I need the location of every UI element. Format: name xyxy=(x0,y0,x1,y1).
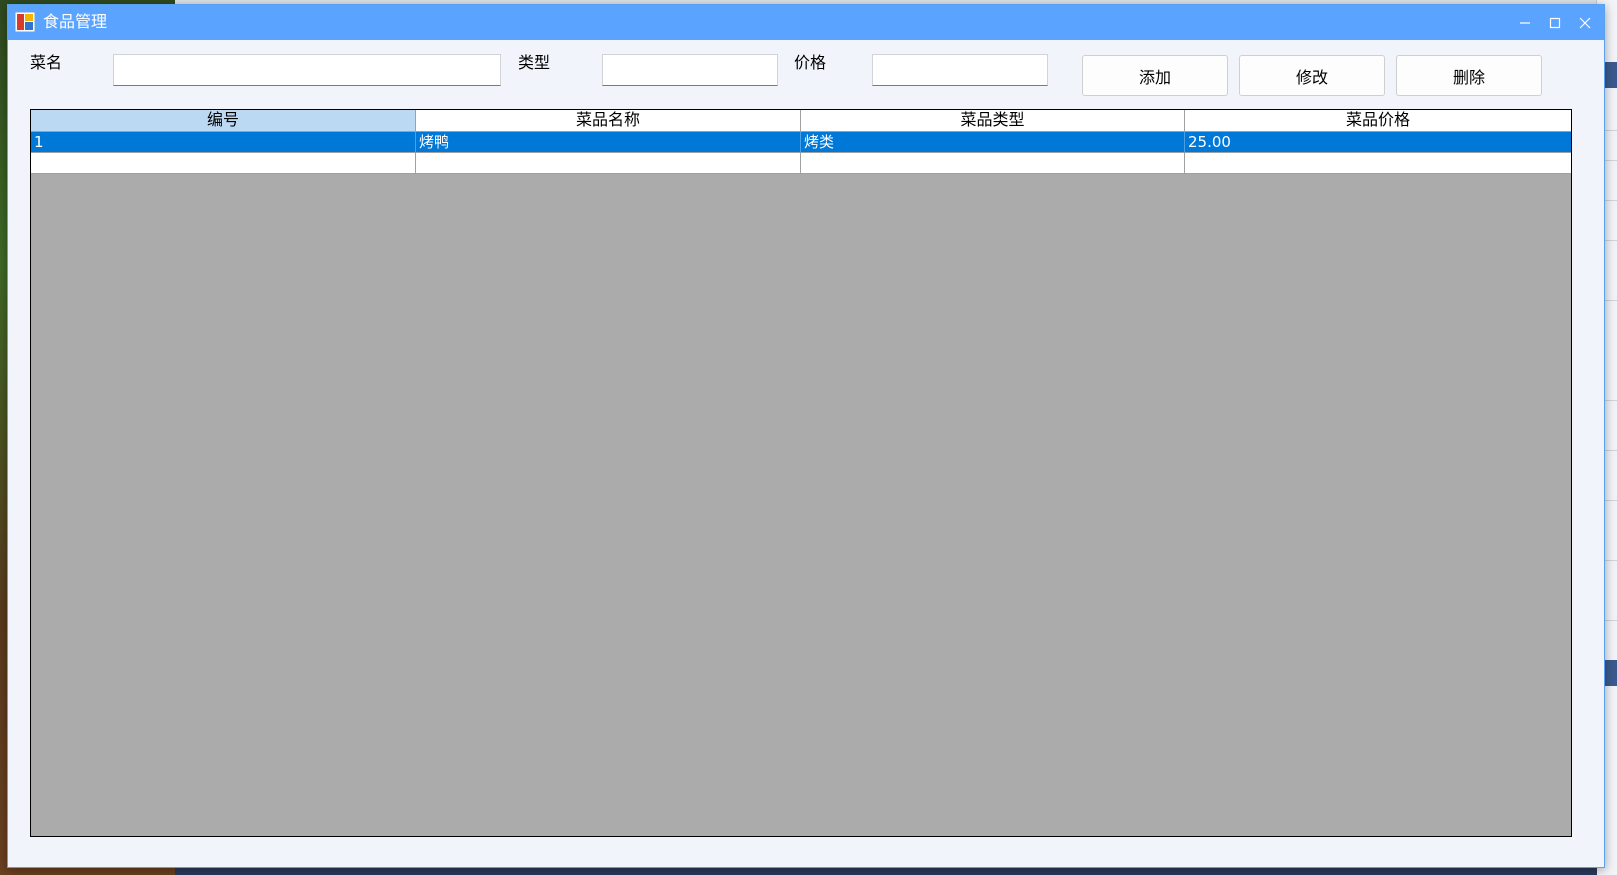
cell-dish-type[interactable]: 烤类 xyxy=(801,132,1185,153)
cell-dish-name[interactable]: 烤鸭 xyxy=(416,132,801,153)
dish-price-input[interactable] xyxy=(872,54,1048,86)
cell-new-id[interactable] xyxy=(31,153,416,174)
cell-id[interactable]: 1 xyxy=(31,132,416,153)
window-title: 食品管理 xyxy=(43,12,108,31)
cell-new-dish-type[interactable] xyxy=(801,153,1185,174)
column-header-dish-type[interactable]: 菜品类型 xyxy=(801,110,1185,132)
title-bar[interactable]: 食品管理 xyxy=(8,5,1604,40)
delete-button[interactable]: 删除 xyxy=(1396,55,1542,96)
maximize-icon xyxy=(1549,17,1561,28)
dish-type-input[interactable] xyxy=(602,54,778,86)
dish-name-label: 菜名 xyxy=(30,53,63,72)
dish-name-input[interactable] xyxy=(113,54,501,86)
maximize-button[interactable] xyxy=(1540,5,1570,40)
food-data-grid[interactable]: 编号 菜品名称 菜品类型 菜品价格 1 烤鸭 烤类 25.00 xyxy=(30,109,1572,837)
dish-price-label: 价格 xyxy=(794,53,827,72)
background-taskbar-strip xyxy=(175,867,1597,875)
dish-type-label: 类型 xyxy=(518,53,551,72)
minimize-button[interactable] xyxy=(1510,5,1540,40)
grid-header: 编号 菜品名称 菜品类型 菜品价格 xyxy=(31,110,1571,132)
app-icon xyxy=(15,12,35,32)
cell-new-dish-name[interactable] xyxy=(416,153,801,174)
column-header-dish-price[interactable]: 菜品价格 xyxy=(1185,110,1571,132)
cell-new-dish-price[interactable] xyxy=(1185,153,1571,174)
add-button[interactable]: 添加 xyxy=(1082,55,1228,96)
column-header-id[interactable]: 编号 xyxy=(31,110,416,132)
edit-button[interactable]: 修改 xyxy=(1239,55,1385,96)
cell-dish-price[interactable]: 25.00 xyxy=(1185,132,1571,153)
minimize-icon xyxy=(1520,21,1530,24)
food-management-window: 食品管理 菜名 类型 价格 添加 修改 删除 编号 菜品名称 菜品类型 菜品价格… xyxy=(7,4,1605,868)
table-row[interactable]: 1 烤鸭 烤类 25.00 xyxy=(31,132,1571,153)
new-row[interactable] xyxy=(31,153,1571,174)
close-icon xyxy=(1579,17,1591,28)
column-header-dish-name[interactable]: 菜品名称 xyxy=(416,110,801,132)
close-button[interactable] xyxy=(1570,5,1600,40)
